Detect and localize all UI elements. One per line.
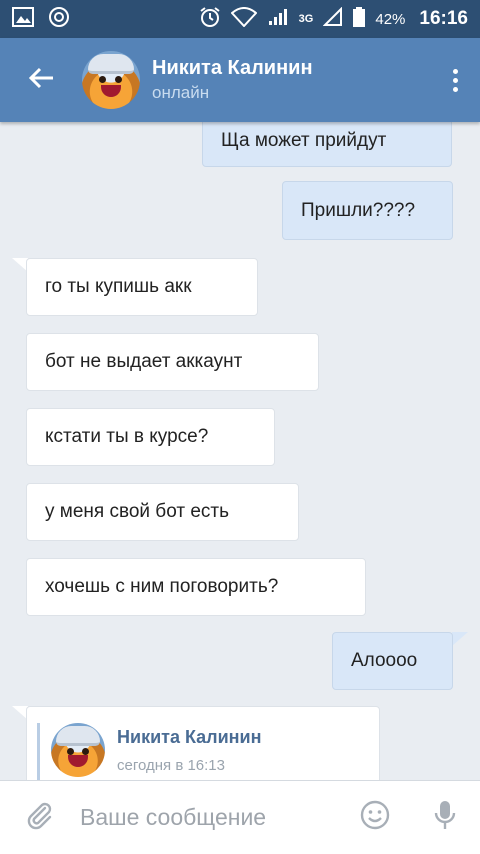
emoji-button[interactable] <box>340 781 410 854</box>
attach-button[interactable] <box>0 781 80 854</box>
message-list[interactable]: Ща может прийдут Пришли???? го ты купишь… <box>0 122 480 780</box>
composer: Ваше сообщение <box>0 780 480 854</box>
more-dot-icon <box>452 77 458 83</box>
forward-quote-bar <box>37 723 40 780</box>
message-bubble[interactable]: хочешь с ним поговорить? <box>26 558 366 616</box>
wifi-icon <box>230 6 258 32</box>
forwarded-author[interactable]: Никита Калинин <box>117 727 262 748</box>
signal-empty-icon <box>322 6 343 32</box>
target-icon <box>48 6 70 33</box>
alarm-icon <box>199 6 221 33</box>
forwarded-message[interactable]: Никита Калинин сегодня в 16:13 <box>26 706 380 780</box>
forwarded-time: сегодня в 16:13 <box>117 757 225 774</box>
forwarded-avatar[interactable] <box>51 723 105 777</box>
voice-record-button[interactable] <box>410 781 480 854</box>
message-bubble[interactable]: Ща может прийдут <box>202 122 452 167</box>
battery-percent: 42% <box>375 10 406 28</box>
more-options-button[interactable] <box>430 38 480 122</box>
signal-icon <box>267 7 289 32</box>
contact-info[interactable]: Никита Калинин онлайн <box>152 55 313 105</box>
battery-icon <box>353 6 366 32</box>
avatar[interactable] <box>82 51 140 109</box>
message-bubble[interactable]: Алоооо <box>332 632 453 690</box>
status-bar: 3G 42% 16:16 <box>0 0 480 38</box>
more-dot-icon <box>452 68 458 74</box>
message-bubble[interactable]: Пришли???? <box>282 181 453 240</box>
chat-header: Никита Калинин онлайн <box>0 38 480 122</box>
more-dot-icon <box>452 86 458 92</box>
status-time: 16:16 <box>419 8 468 29</box>
contact-status: онлайн <box>152 83 210 102</box>
paperclip-icon <box>25 800 55 835</box>
gallery-icon <box>12 6 34 32</box>
network-type-label: 3G <box>298 13 314 25</box>
message-input[interactable]: Ваше сообщение <box>80 804 340 831</box>
smiley-icon <box>359 799 391 836</box>
message-bubble[interactable]: кстати ты в курсе? <box>26 408 275 466</box>
back-button[interactable] <box>0 38 82 122</box>
bubble-tail <box>452 632 468 646</box>
contact-name: Никита Калинин <box>152 57 313 79</box>
message-bubble[interactable]: бот не выдает аккаунт <box>26 333 319 391</box>
microphone-icon <box>434 799 456 836</box>
arrow-left-icon <box>28 67 54 94</box>
message-bubble[interactable]: у меня свой бот есть <box>26 483 299 541</box>
message-bubble[interactable]: го ты купишь акк <box>26 258 258 316</box>
